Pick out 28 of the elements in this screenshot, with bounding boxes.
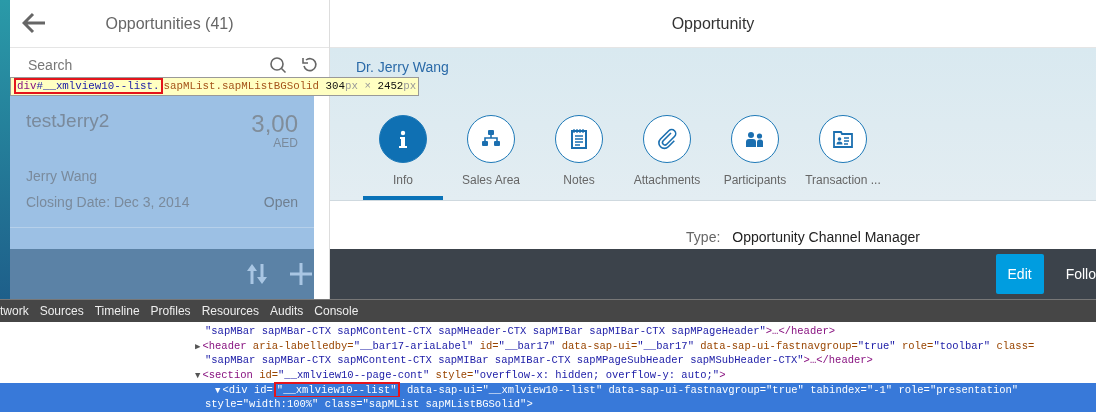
devtools-tab[interactable]: Timeline xyxy=(94,304,140,319)
back-icon[interactable] xyxy=(22,12,46,34)
contact-link[interactable]: Dr. Jerry Wang xyxy=(356,59,449,75)
field-label: Type: xyxy=(686,229,721,246)
element-tooltip: div#__xmlview10--list. sapMList.sapMListBGSolid 304px × 2452px xyxy=(10,77,420,96)
search-icon[interactable] xyxy=(269,56,287,74)
code-line[interactable]: "sapMBar sapMBar-CTX sapMContent-CTX sapMIBar sapMIBar-CTX sapMPageSubHeader sapMSubHeader-CTX">…</header> xyxy=(0,353,1096,369)
paperclip-icon xyxy=(655,127,679,151)
page-title: Opportunities (41) xyxy=(105,14,234,33)
footer-button[interactable]: Follo xyxy=(1065,254,1096,295)
icon-tab[interactable]: Participants xyxy=(715,115,795,200)
devtools-tab[interactable]: Resources xyxy=(201,304,259,319)
icon-tab[interactable]: Transaction ... xyxy=(803,115,883,200)
field-value: Opportunity Channel Manager xyxy=(732,229,920,246)
code-line[interactable]: ▶ <header aria-labelledby="__bar17-ariaLabel" id="__bar17" data-sap-ui="__bar17" data-sap-ui-fastnavgroup="true" role="toolbar" class= xyxy=(0,338,1096,354)
page-title: Opportunity xyxy=(671,14,755,33)
refresh-icon[interactable] xyxy=(301,56,319,74)
icon-tab[interactable]: Notes xyxy=(539,115,619,200)
icon-tab[interactable]: Info xyxy=(363,115,443,200)
icon-tab[interactable]: Attachments xyxy=(627,115,707,200)
devtools-tab[interactable]: Profiles xyxy=(150,304,191,319)
devtools-tab[interactable]: twork xyxy=(0,304,29,319)
code-line[interactable]: ▼ <section id="__xmlview10--page-cont" style="overflow-x: hidden; overflow-y: auto;"> xyxy=(0,368,1096,383)
icon-tab[interactable]: Sales Area xyxy=(451,115,531,200)
devtools-tab[interactable]: Console xyxy=(314,304,359,319)
devtools-tab[interactable]: Sources xyxy=(39,304,84,319)
code-line[interactable]: "sapMBar sapMBar-CTX sapMContent-CTX sapMHeader-CTX sapMIBar sapMIBar-CTX sapMPageHeader">…</header> xyxy=(0,324,1096,339)
devtools-tab[interactable]: Audits xyxy=(270,304,304,319)
